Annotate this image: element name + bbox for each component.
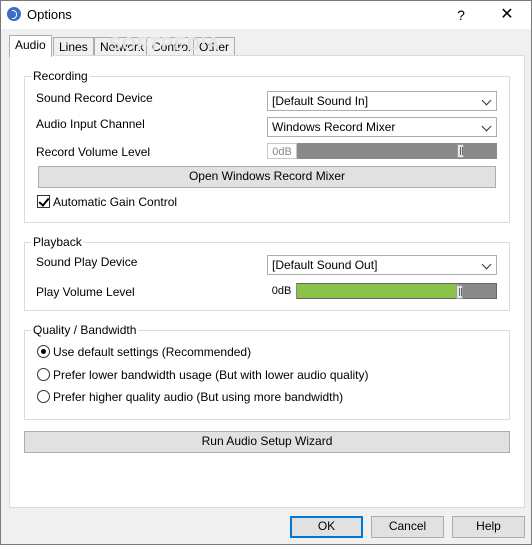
radio-default-settings-label: Use default settings (Recommended) <box>53 345 252 359</box>
play-device-value: [Default Sound Out] <box>272 258 378 272</box>
quality-group-title: Quality / Bandwidth <box>31 323 139 337</box>
chevron-down-icon <box>481 259 492 270</box>
tab-control[interactable]: Control <box>146 37 197 56</box>
close-icon[interactable]: ✕ <box>489 1 525 29</box>
radio-lower-bandwidth[interactable] <box>37 368 50 381</box>
recording-group: Recording Sound Record Device [Default S… <box>24 69 510 223</box>
input-channel-value: Windows Record Mixer <box>272 120 396 134</box>
tab-network[interactable]: Network <box>94 37 151 56</box>
audio-tab-panel: Recording Sound Record Device [Default S… <box>9 55 525 508</box>
radio-higher-quality[interactable] <box>37 390 50 403</box>
radio-lower-bandwidth-label: Prefer lower bandwidth usage (But with l… <box>53 368 369 382</box>
play-volume-value: 0dB <box>267 283 297 299</box>
record-device-select[interactable]: [Default Sound In] <box>267 91 497 111</box>
play-device-label: Sound Play Device <box>36 255 138 269</box>
ok-button[interactable]: OK <box>290 516 363 538</box>
record-device-value: [Default Sound In] <box>272 94 369 108</box>
play-volume-label: Play Volume Level <box>36 285 135 299</box>
input-channel-select[interactable]: Windows Record Mixer <box>267 117 497 137</box>
record-volume-label: Record Volume Level <box>36 145 151 159</box>
agc-checkbox[interactable] <box>37 195 50 208</box>
radio-default-settings[interactable] <box>37 345 50 358</box>
chevron-down-icon <box>481 121 492 132</box>
chevron-down-icon <box>481 95 492 106</box>
playback-group: Playback Sound Play Device [Default Soun… <box>24 235 510 311</box>
cancel-button[interactable]: Cancel <box>371 516 444 538</box>
radio-higher-quality-label: Prefer higher quality audio (But using m… <box>53 390 344 404</box>
run-audio-setup-wizard-button[interactable]: Run Audio Setup Wizard <box>24 431 510 453</box>
play-volume-thumb[interactable] <box>456 285 463 299</box>
tab-other[interactable]: Other <box>193 37 236 56</box>
agc-label: Automatic Gain Control <box>53 195 178 209</box>
record-volume-value: 0dB <box>267 143 297 159</box>
play-volume-slider[interactable]: 0dB <box>267 283 497 299</box>
tab-lines[interactable]: Lines <box>53 37 94 56</box>
record-volume-thumb[interactable] <box>457 144 464 158</box>
title-bar[interactable]: Options ? ✕ <box>1 1 531 29</box>
app-icon <box>7 7 21 21</box>
record-volume-slider[interactable]: 0dB <box>267 143 497 159</box>
recording-group-title: Recording <box>31 69 90 83</box>
play-device-select[interactable]: [Default Sound Out] <box>267 255 497 275</box>
input-channel-label: Audio Input Channel <box>36 117 145 131</box>
window-title: Options <box>27 7 72 22</box>
options-dialog: Options ? ✕ Audio Lines Network Control … <box>0 0 532 545</box>
record-device-label: Sound Record Device <box>36 91 153 105</box>
tab-audio[interactable]: Audio <box>9 35 52 57</box>
open-record-mixer-button[interactable]: Open Windows Record Mixer <box>38 166 496 188</box>
help-titlebar-button[interactable]: ? <box>443 1 479 29</box>
quality-group: Quality / Bandwidth Use default settings… <box>24 323 510 420</box>
playback-group-title: Playback <box>31 235 84 249</box>
help-button[interactable]: Help <box>452 516 525 538</box>
